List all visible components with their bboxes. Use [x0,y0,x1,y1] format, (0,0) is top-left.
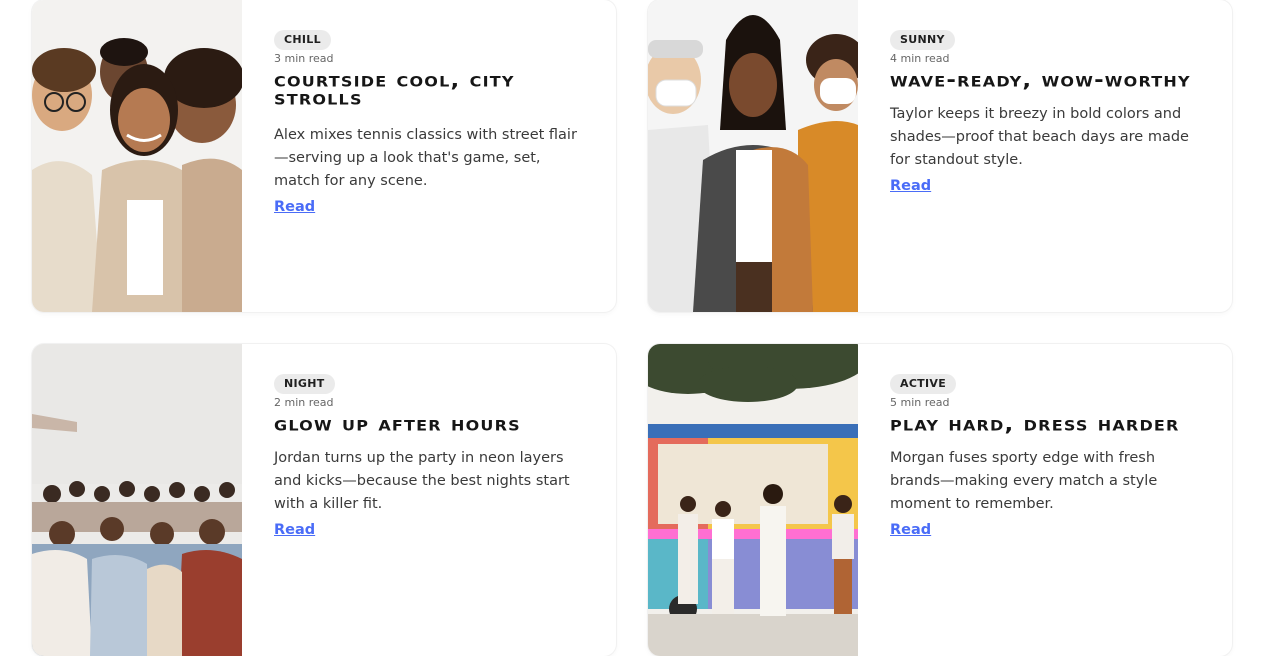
article-content: ACTIVE 5 min read Play Hard, Dress Harde… [858,344,1232,656]
article-description: Morgan fuses sporty edge with fresh bran… [890,450,1158,512]
article-card: CHILL 3 min read Courtside Cool, City St… [32,0,616,312]
article-content: CHILL 3 min read Courtside Cool, City St… [242,0,616,312]
read-link[interactable]: Read [890,518,931,542]
article-photo [32,0,242,312]
read-time: 5 min read [890,396,950,409]
read-link[interactable]: Read [890,174,931,198]
read-time: 4 min read [890,52,950,65]
article-content: SUNNY 4 min read Wave-Ready, Wow-Worthy … [858,0,1232,312]
read-time: 2 min read [274,396,334,409]
category-tag: CHILL [274,30,331,50]
category-tag: SUNNY [890,30,955,50]
read-link[interactable]: Read [274,518,315,542]
article-grid: CHILL 3 min read Courtside Cool, City St… [0,0,1264,656]
article-photo [648,344,858,656]
category-tag: NIGHT [274,374,335,394]
article-description: Jordan turns up the party in neon layers… [274,450,570,512]
article-title: Wave-Ready, Wow-Worthy [890,69,1191,92]
article-title: Play Hard, Dress Harder [890,413,1180,436]
article-photo [648,0,858,312]
article-description: Alex mixes tennis classics with street f… [274,127,577,189]
article-card: SUNNY 4 min read Wave-Ready, Wow-Worthy … [648,0,1232,312]
article-title: Glow Up After Hours [274,413,521,436]
article-description: Taylor keeps it breezy in bold colors an… [890,106,1189,168]
article-card: ACTIVE 5 min read Play Hard, Dress Harde… [648,344,1232,656]
article-title: Courtside Cool, City Strolls [274,69,515,110]
read-time: 3 min read [274,52,334,65]
article-photo [32,344,242,656]
category-tag: ACTIVE [890,374,957,394]
article-content: NIGHT 2 min read Glow Up After Hours Jor… [242,344,616,656]
article-card: NIGHT 2 min read Glow Up After Hours Jor… [32,344,616,656]
read-link[interactable]: Read [274,195,315,219]
